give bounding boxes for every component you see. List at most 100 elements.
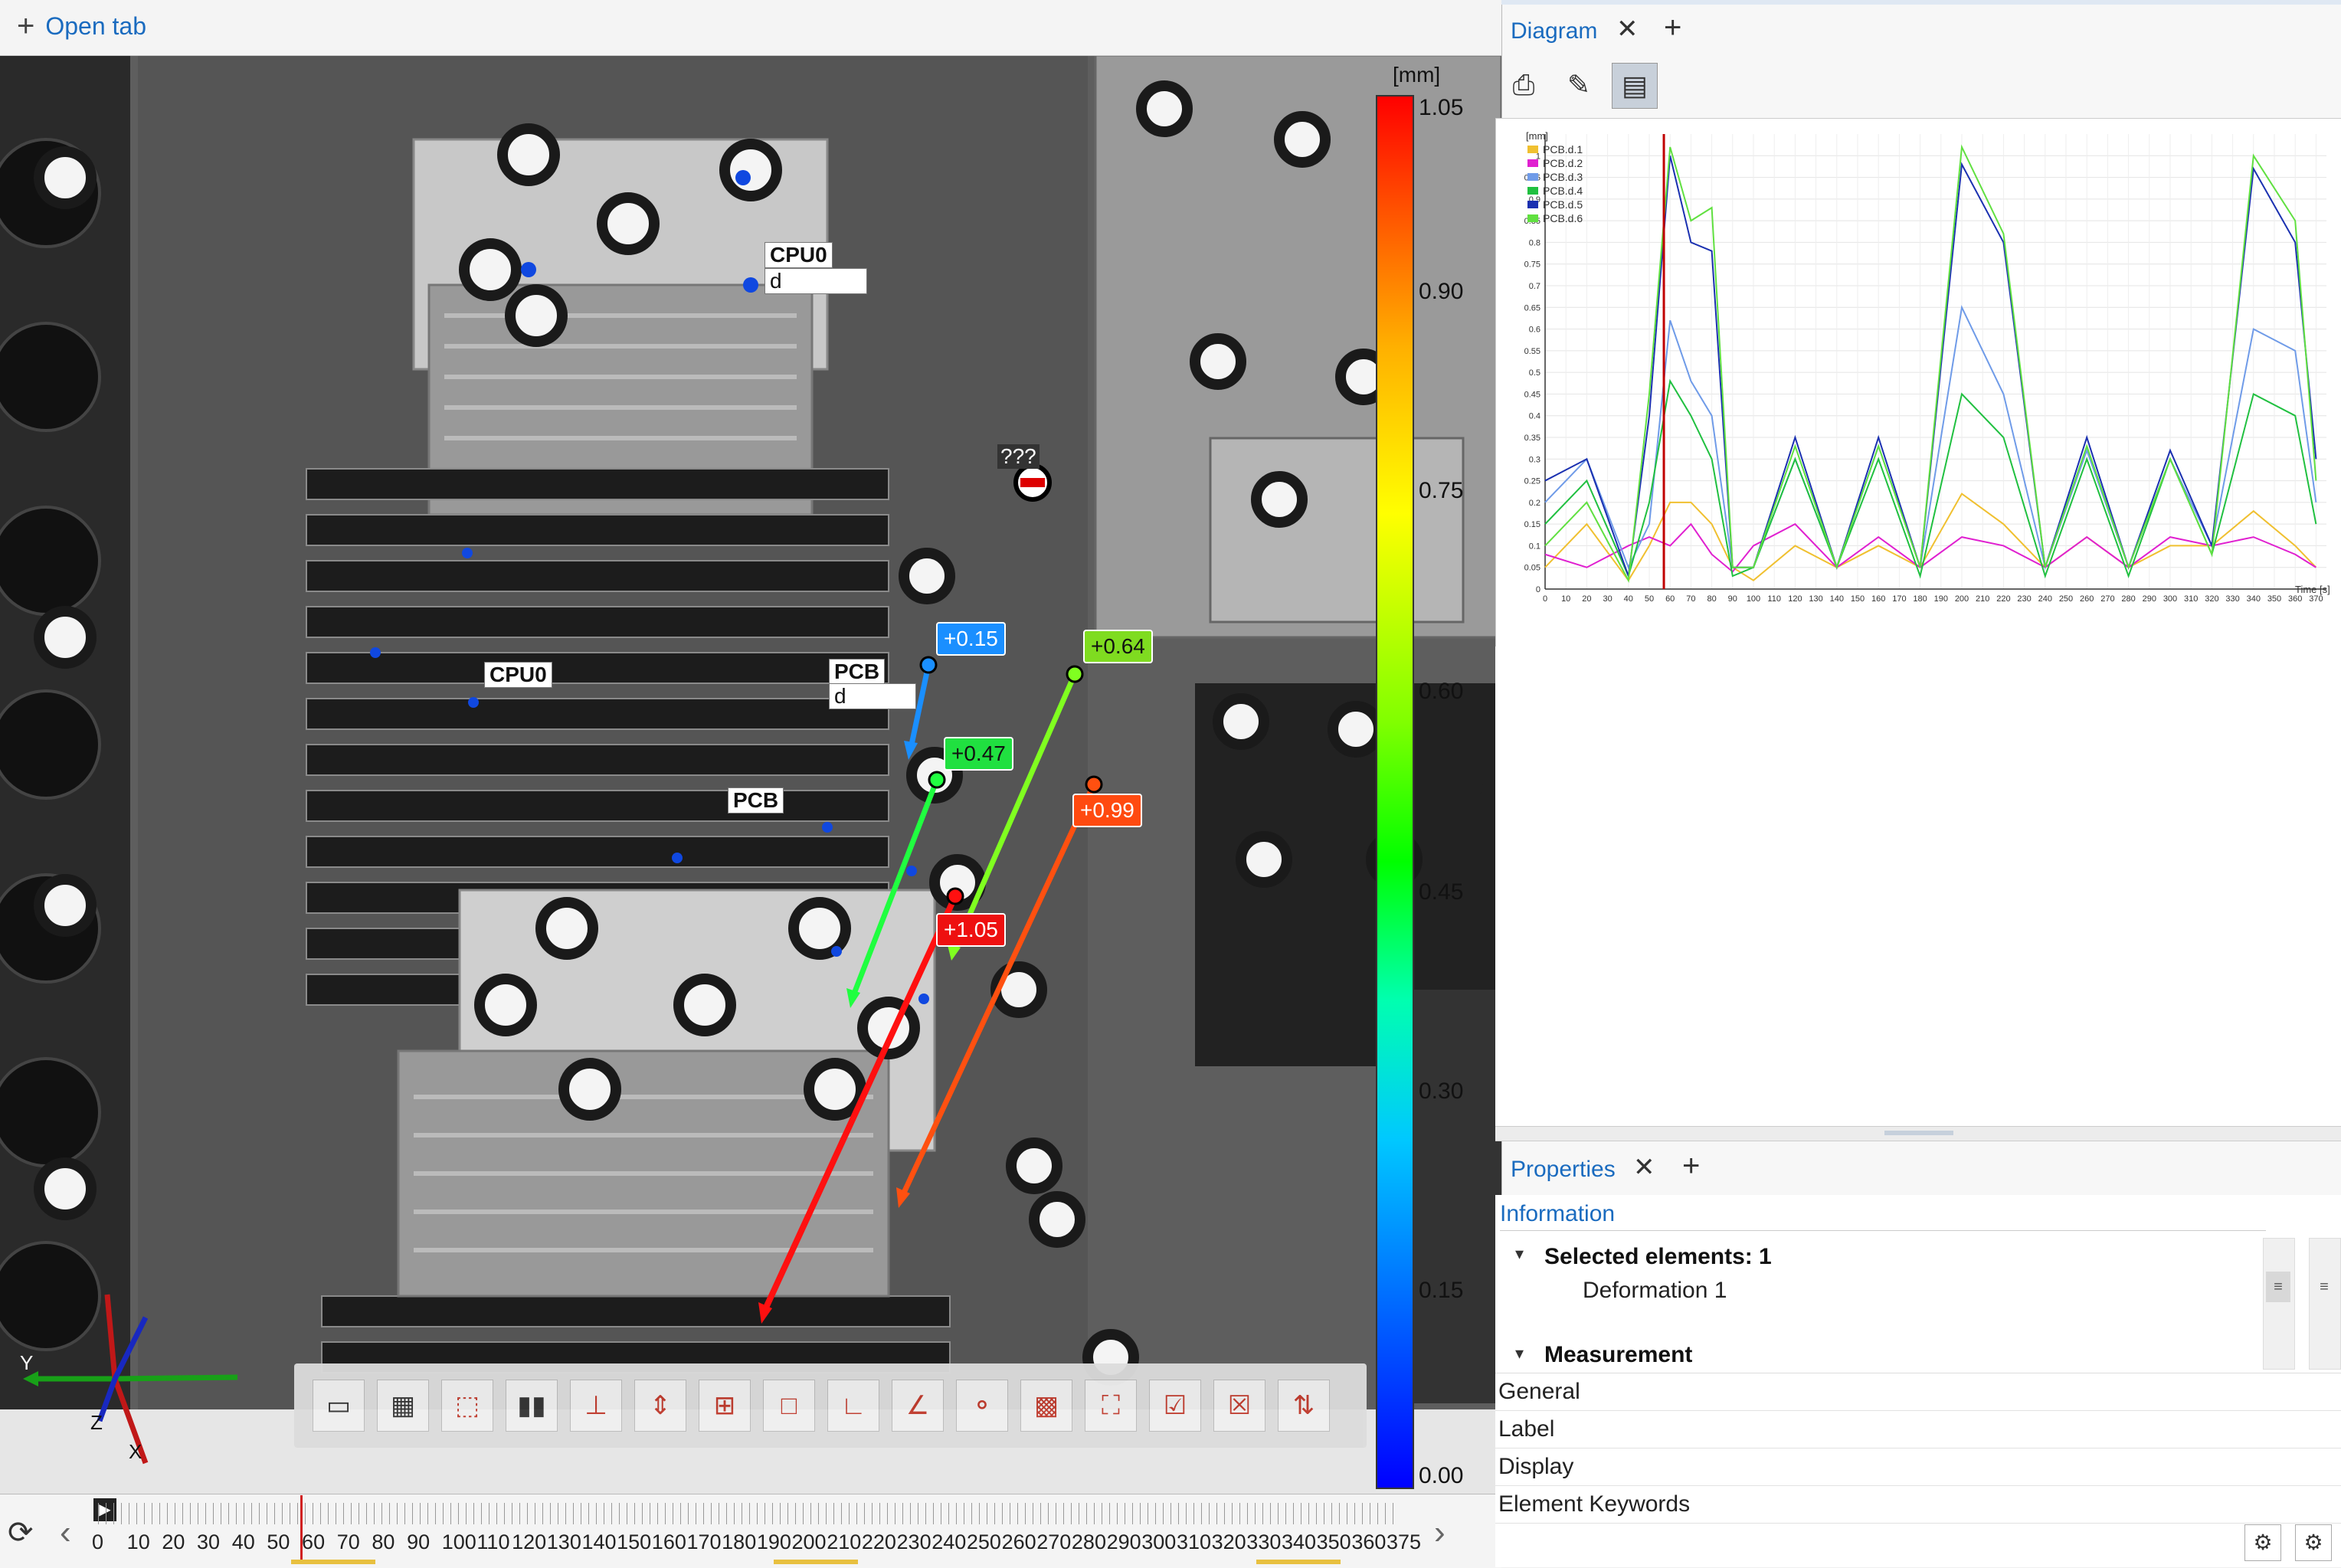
timeline-next-button[interactable]: › bbox=[1434, 1514, 1446, 1552]
view-mode-button[interactable]: ▭ bbox=[313, 1380, 365, 1432]
fit-button[interactable]: ⛶ bbox=[1085, 1380, 1137, 1432]
scrollbar-thumb[interactable]: ≡ bbox=[2266, 1272, 2290, 1302]
collapse-panel-icon[interactable]: ▸ bbox=[1480, 775, 1490, 799]
expand-selected-icon[interactable]: ▾ bbox=[1515, 1244, 1524, 1264]
timeline-track[interactable] bbox=[98, 1503, 1400, 1524]
align-button[interactable]: ⊥ bbox=[570, 1380, 622, 1432]
split-button[interactable]: ⇕ bbox=[634, 1380, 686, 1432]
label-cpu0-mid[interactable]: CPU0 bbox=[484, 662, 552, 688]
properties-row-element-keywords[interactable]: Element Keywords bbox=[1495, 1486, 2341, 1524]
refresh-icon[interactable]: ⟳ bbox=[8, 1515, 34, 1550]
y-tick-label: 0.2 bbox=[1529, 499, 1540, 508]
selected-element-item[interactable]: Deformation 1 bbox=[1583, 1278, 1727, 1304]
export-button[interactable]: ⇅ bbox=[1278, 1380, 1330, 1432]
edit-diagram-icon[interactable]: ✎ bbox=[1558, 64, 1599, 106]
deformation-chart[interactable]: 10.950.90.850.80.750.70.650.60.550.50.45… bbox=[1496, 119, 2341, 647]
add-diagram-tab-icon[interactable]: + bbox=[1664, 11, 1681, 45]
diagram-empty-area bbox=[1495, 647, 2341, 1129]
timeline-tick-label: 310 bbox=[1176, 1530, 1211, 1553]
select-tool-button[interactable]: ⬚ bbox=[441, 1380, 493, 1432]
properties-settings-icon[interactable]: ⚙ bbox=[2295, 1524, 2332, 1561]
label-pcb-upper[interactable]: PCB bbox=[829, 659, 886, 685]
splitter-handle[interactable] bbox=[1884, 1131, 1953, 1135]
deformation-value-3[interactable]: +0.47 bbox=[944, 737, 1013, 771]
timeline-tick-label: 100 bbox=[441, 1530, 476, 1553]
legend-item[interactable]: PCB.d.6 bbox=[1527, 211, 1583, 225]
x-tick-label: 300 bbox=[2163, 594, 2177, 604]
x-tick-label: 190 bbox=[1934, 594, 1948, 604]
y-tick-label: 0.7 bbox=[1529, 282, 1540, 291]
properties-row-label[interactable]: Label bbox=[1495, 1411, 2341, 1449]
scrollbar-outer-grip-icon[interactable]: ≡ bbox=[2312, 1272, 2336, 1302]
properties-rows: General Label Display Element Keywords bbox=[1495, 1373, 2341, 1524]
section-button[interactable]: ⊞ bbox=[699, 1380, 751, 1432]
legend-item[interactable]: PCB.d.2 bbox=[1527, 156, 1583, 170]
series-line-pcb-d-5 bbox=[1544, 155, 2317, 577]
timeline-tick-label: 360 bbox=[1351, 1530, 1387, 1553]
expand-measurement-icon[interactable]: ▾ bbox=[1515, 1344, 1524, 1363]
diagram-area[interactable]: 10.950.90.850.80.750.70.650.60.550.50.45… bbox=[1495, 118, 2341, 648]
open-tab-button[interactable]: + Open tab bbox=[17, 11, 146, 41]
export-diagram-icon[interactable]: ⎙ bbox=[1503, 64, 1544, 106]
motherboard-photo[interactable] bbox=[0, 54, 1501, 1409]
deformation-value-4[interactable]: +0.99 bbox=[1072, 794, 1142, 827]
timeline-tick-label: 300 bbox=[1141, 1530, 1177, 1553]
x-tick-label: 320 bbox=[2205, 594, 2218, 604]
timeline-tick-label: 10 bbox=[126, 1530, 150, 1553]
x-tick-label: 90 bbox=[1728, 594, 1737, 604]
tab-diagram[interactable]: Diagram bbox=[1511, 18, 1597, 44]
properties-config-icon[interactable]: ⚙ bbox=[2244, 1524, 2281, 1561]
y-tick-label: 0.35 bbox=[1524, 434, 1540, 443]
legend-swatch bbox=[1527, 187, 1538, 195]
x-tick-label: 290 bbox=[2143, 594, 2156, 604]
compare-button[interactable]: ▮▮ bbox=[506, 1380, 558, 1432]
properties-scrollbar[interactable] bbox=[2263, 1238, 2295, 1370]
information-header[interactable]: Information bbox=[1500, 1201, 1615, 1227]
rect-button[interactable]: □ bbox=[763, 1380, 815, 1432]
deformation-value-2[interactable]: +0.64 bbox=[1083, 630, 1153, 663]
diagram-settings-icon[interactable]: ▤ bbox=[1612, 63, 1658, 109]
timeline-tick-label: 120 bbox=[512, 1530, 547, 1553]
points-icon: ⚬ bbox=[971, 1391, 994, 1420]
legend-item[interactable]: PCB.d.1 bbox=[1527, 142, 1583, 156]
y-tick-label: 0.15 bbox=[1524, 520, 1540, 529]
deformation-value-5[interactable]: +1.05 bbox=[936, 913, 1006, 947]
angle-icon: ∠ bbox=[905, 1391, 930, 1420]
viewport-tab-bar: + Open tab bbox=[0, 0, 1501, 56]
add-properties-tab-icon[interactable]: + bbox=[1682, 1149, 1700, 1183]
tab-properties[interactable]: Properties bbox=[1511, 1157, 1616, 1183]
points-button[interactable]: ⚬ bbox=[956, 1380, 1008, 1432]
label-unknown[interactable]: ??? bbox=[997, 444, 1040, 469]
x-tick-label: 180 bbox=[1913, 594, 1927, 604]
timeline-tick-label: 260 bbox=[1001, 1530, 1036, 1553]
corner-button[interactable]: ∟ bbox=[827, 1380, 879, 1432]
x-tick-label: 30 bbox=[1603, 594, 1612, 604]
legend-item[interactable]: PCB.d.3 bbox=[1527, 170, 1583, 184]
close-diagram-tab-icon[interactable]: ✕ bbox=[1616, 14, 1639, 44]
label-pcb-lower[interactable]: PCB bbox=[728, 787, 784, 813]
angle-button[interactable]: ∠ bbox=[892, 1380, 944, 1432]
panel-top-strip bbox=[1501, 0, 2341, 5]
timeline-prev-button[interactable]: ‹ bbox=[60, 1514, 71, 1552]
x-tick-label: 0 bbox=[1543, 594, 1547, 604]
properties-row-display[interactable]: Display bbox=[1495, 1449, 2341, 1486]
legend-item[interactable]: PCB.d.5 bbox=[1527, 198, 1583, 211]
check-button[interactable]: ☑ bbox=[1149, 1380, 1201, 1432]
x-tick-label: 100 bbox=[1747, 594, 1760, 604]
legend-label: PCB.d.3 bbox=[1543, 171, 1583, 183]
grid-button[interactable]: ▩ bbox=[1020, 1380, 1072, 1432]
x-tick-label: 140 bbox=[1830, 594, 1844, 604]
y-tick-label: 0 bbox=[1536, 585, 1540, 594]
3d-viewport[interactable]: + Open tab CPU0 d CPU0 PCB d PCB ??? +0.… bbox=[0, 0, 1501, 1494]
image-mode-button[interactable]: ▦ bbox=[377, 1380, 429, 1432]
reject-button[interactable]: ☒ bbox=[1213, 1380, 1265, 1432]
properties-scrollbar-outer[interactable] bbox=[2309, 1238, 2341, 1370]
timeline-tick-label: 340 bbox=[1281, 1530, 1317, 1553]
x-tick-label: 280 bbox=[2121, 594, 2135, 604]
label-cpu0-top[interactable]: CPU0 bbox=[765, 242, 833, 268]
properties-row-general[interactable]: General bbox=[1495, 1373, 2341, 1411]
check-icon: ☑ bbox=[1163, 1391, 1187, 1420]
close-properties-tab-icon[interactable]: ✕ bbox=[1633, 1152, 1655, 1183]
deformation-value-1[interactable]: +0.15 bbox=[936, 622, 1006, 656]
legend-item[interactable]: PCB.d.4 bbox=[1527, 184, 1583, 198]
